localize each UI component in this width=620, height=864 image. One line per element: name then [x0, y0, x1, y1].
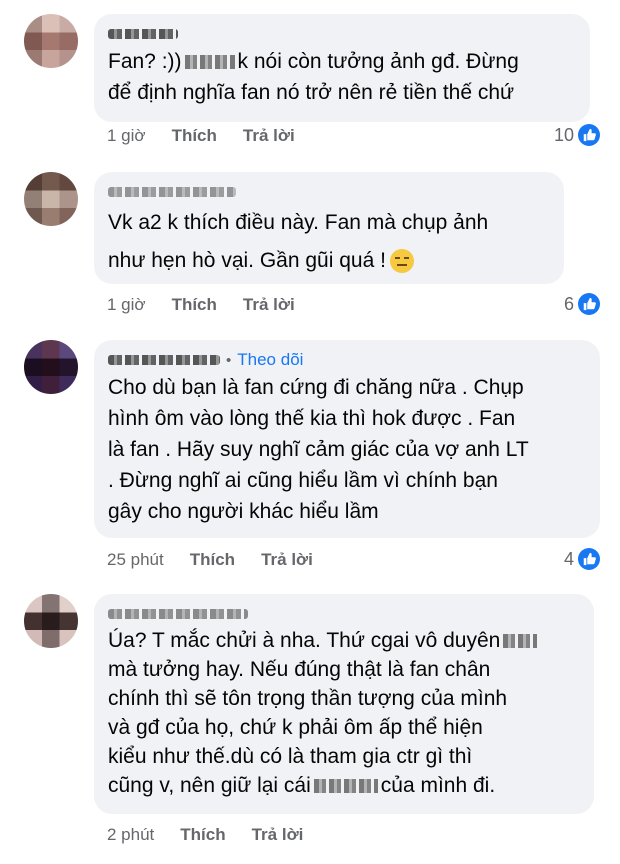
separator-dot: •	[226, 351, 232, 369]
expressionless-emoji	[389, 249, 414, 274]
reaction-count[interactable]: 6	[564, 293, 600, 315]
avatar[interactable]	[24, 340, 78, 394]
comment-bubble: Fan? :)) k nói còn tưởng ảnh gđ. Đừng để …	[94, 14, 590, 122]
reaction-count[interactable]: 4	[564, 548, 600, 570]
reply-button[interactable]: Trả lời	[243, 295, 295, 315]
comment-actions: 2 phút Thích Trả lời	[107, 825, 303, 845]
author-row: • Theo dõi	[108, 350, 586, 370]
like-button[interactable]: Thích	[172, 295, 217, 315]
like-thumb-icon	[578, 124, 600, 146]
author-row	[108, 24, 576, 44]
comment-time[interactable]: 1 giờ	[107, 295, 146, 315]
comment-text: Cho dù bạn là fan cứng đi chăng nữa . Ch…	[108, 376, 529, 523]
like-button[interactable]: Thích	[172, 126, 217, 146]
author-name-redacted[interactable]	[108, 355, 220, 365]
like-thumb-icon	[578, 293, 600, 315]
like-button[interactable]: Thích	[180, 825, 225, 845]
comment-text: Vk a2 k thích điều này. Fan mà chụp ảnh …	[108, 211, 489, 274]
author-row	[108, 182, 550, 202]
reaction-count[interactable]: 10	[554, 124, 600, 146]
follow-link[interactable]: Theo dõi	[237, 350, 303, 370]
author-name-redacted[interactable]	[108, 187, 236, 197]
avatar[interactable]	[24, 594, 78, 648]
comment-text: Fan? :)) k nói còn tưởng ảnh gđ. Đừng để …	[108, 50, 519, 104]
redacted-text	[313, 779, 378, 794]
comment-bubble: • Theo dõi Cho dù bạn là fan cứng đi chă…	[94, 340, 600, 538]
avatar[interactable]	[24, 172, 78, 226]
author-row	[108, 604, 580, 624]
comment-actions: 25 phút Thích Trả lời	[107, 550, 313, 570]
redacted-text	[503, 634, 538, 649]
comment-actions: 1 giờ Thích Trả lời	[107, 126, 295, 146]
comment-bubble: Úa? T mắc chửi à nha. Thứ cgai vô duyên …	[94, 594, 594, 814]
reply-button[interactable]: Trả lời	[243, 126, 295, 146]
comment-time[interactable]: 1 giờ	[107, 126, 146, 146]
reply-button[interactable]: Trả lời	[252, 825, 304, 845]
like-thumb-icon	[578, 548, 600, 570]
redacted-text	[184, 55, 235, 70]
reply-button[interactable]: Trả lời	[261, 550, 313, 570]
author-name-redacted[interactable]	[108, 609, 248, 619]
comment-time[interactable]: 25 phút	[107, 550, 164, 570]
like-button[interactable]: Thích	[190, 550, 235, 570]
comment-bubble: Vk a2 k thích điều này. Fan mà chụp ảnh …	[94, 172, 564, 284]
comment-text: Úa? T mắc chửi à nha. Thứ cgai vô duyên …	[108, 626, 580, 800]
comment-actions: 1 giờ Thích Trả lời	[107, 295, 295, 315]
author-name-redacted[interactable]	[108, 29, 178, 39]
comment-time[interactable]: 2 phút	[107, 825, 154, 845]
avatar[interactable]	[24, 14, 78, 68]
